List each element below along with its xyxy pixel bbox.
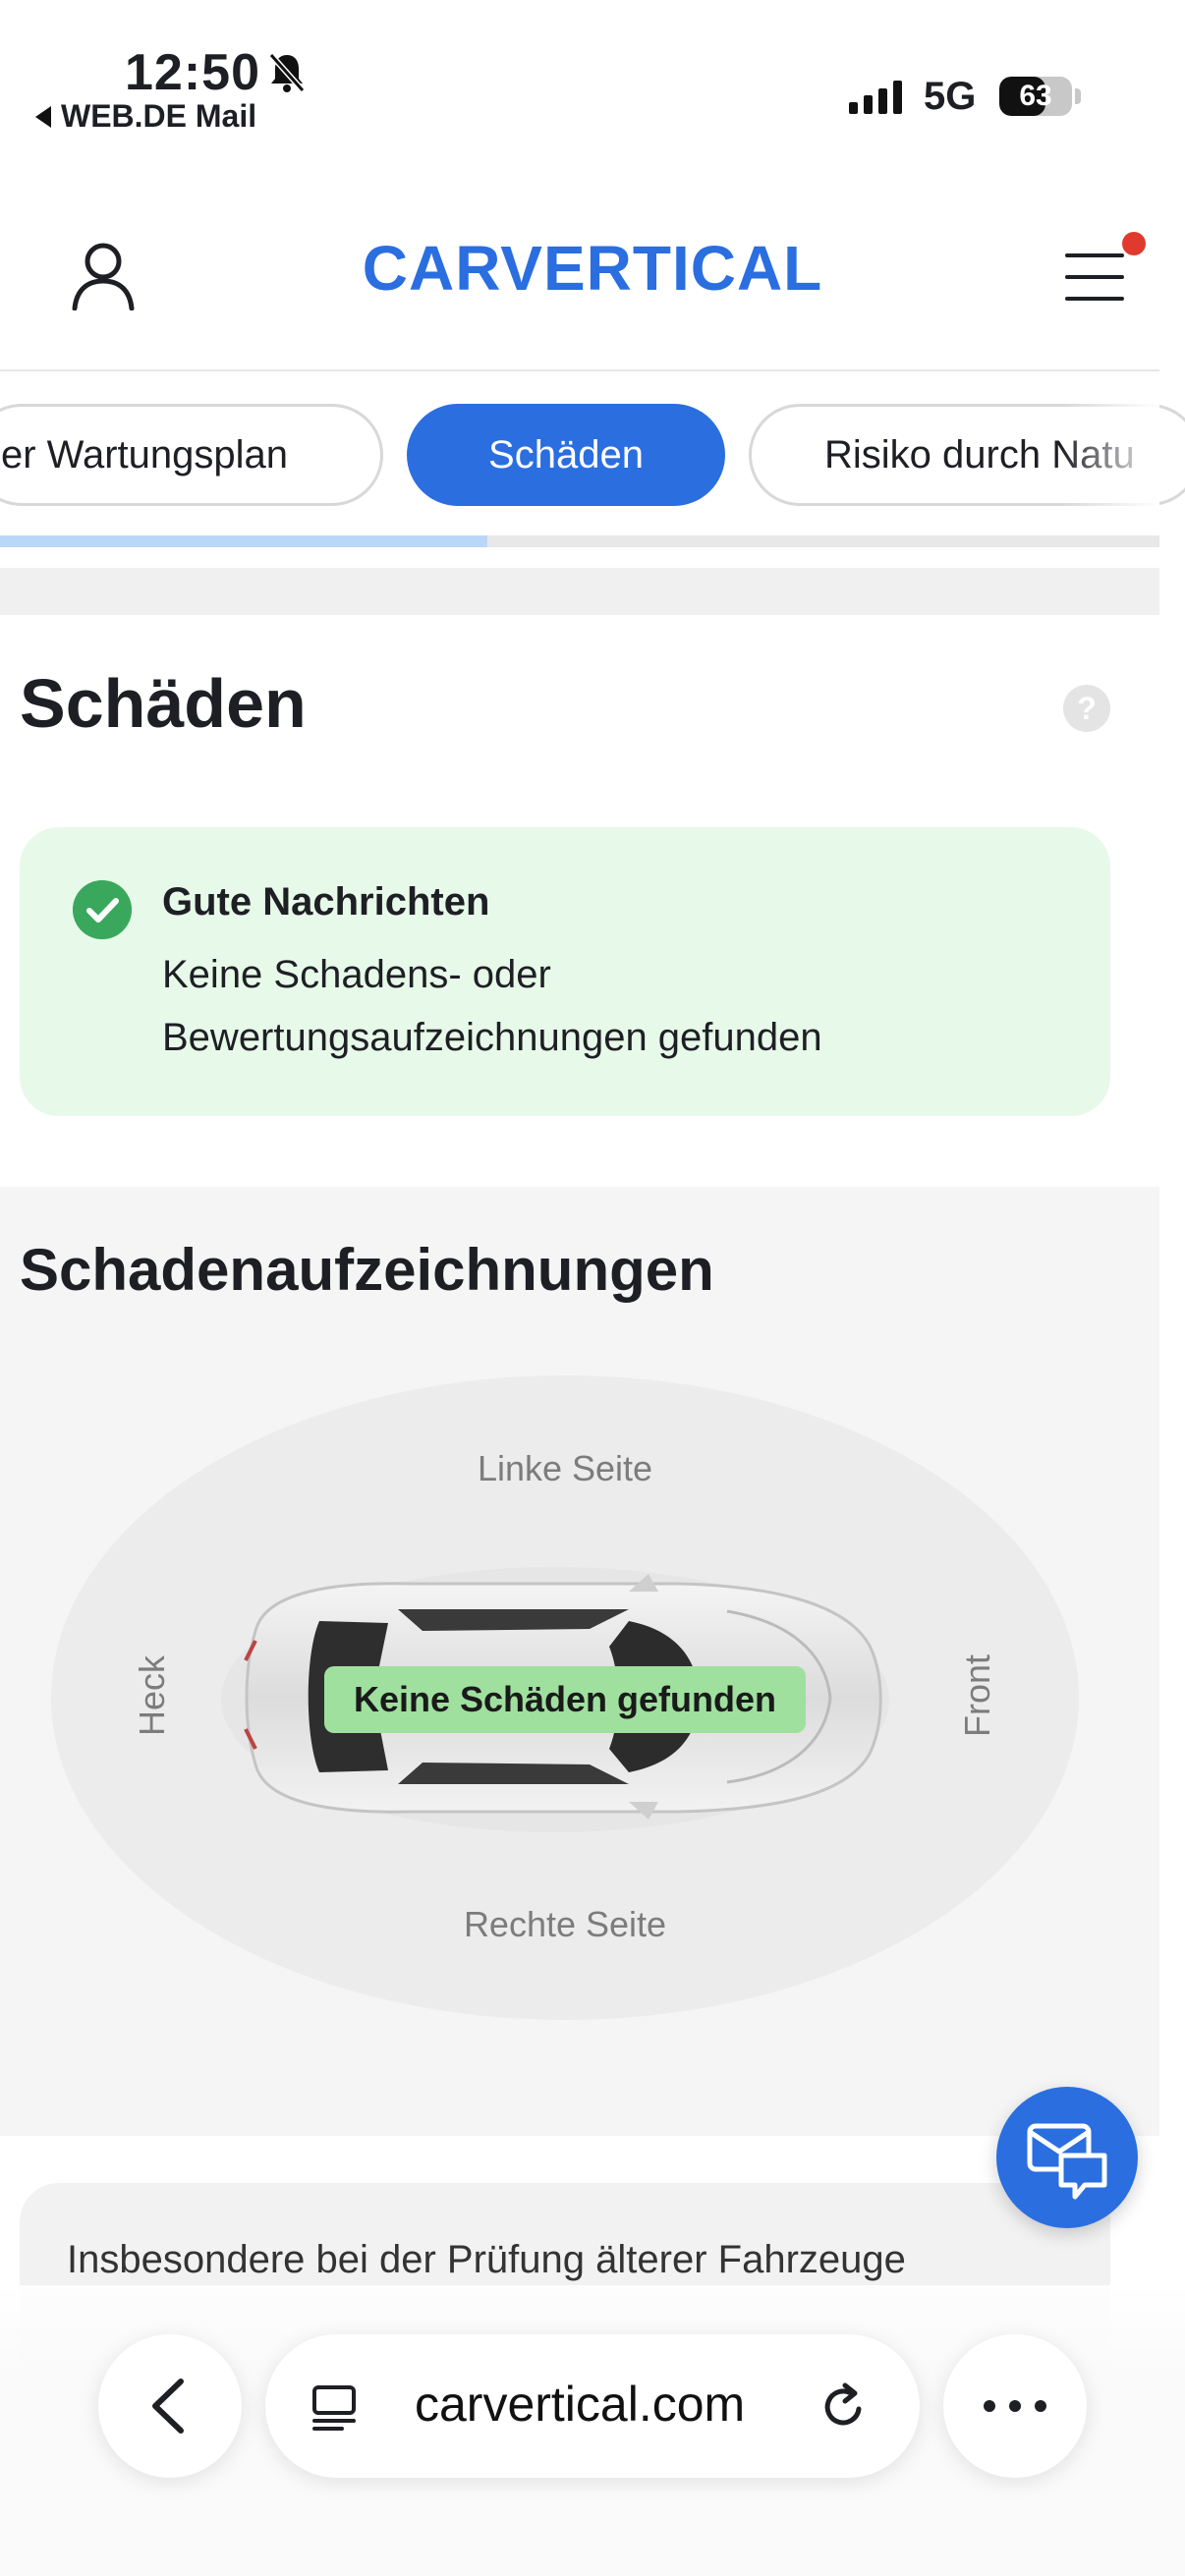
- tab-label: er Wartungsplan: [1, 432, 288, 476]
- chat-button[interactable]: [996, 2087, 1138, 2228]
- tab-wartungsplan[interactable]: er Wartungsplan: [0, 404, 383, 506]
- more-dots-icon: [984, 2400, 1046, 2412]
- right-side-label: Rechte Seite: [463, 1904, 667, 1944]
- browser-back-button[interactable]: [98, 2334, 242, 2478]
- url-text: carvertical.com: [415, 2377, 746, 2432]
- good-news-text: Keine Schadens- oder Bewertungsaufzeichn…: [162, 953, 822, 1059]
- tabs-fade: [1061, 404, 1159, 506]
- tab-label: Schäden: [488, 432, 644, 476]
- battery-percent: 63: [1019, 80, 1052, 112]
- notification-dot: [1122, 232, 1146, 255]
- left-side-label: Linke Seite: [477, 1448, 653, 1488]
- tabs-scroll-progress: [0, 535, 487, 547]
- reload-icon[interactable]: [816, 2380, 871, 2435]
- damage-records-title: Schadenaufzeichnungen: [20, 1237, 714, 1303]
- network-type: 5G: [924, 75, 977, 118]
- page-title: Schäden: [20, 665, 307, 742]
- back-app-label: WEB.DE Mail: [61, 98, 257, 134]
- tab-schaeden[interactable]: Schäden: [407, 404, 725, 506]
- front-label: Front: [957, 1653, 997, 1738]
- back-triangle-icon: [35, 105, 51, 128]
- rear-label: Heck: [132, 1654, 172, 1737]
- no-damage-badge: Keine Schäden gefunden: [324, 1666, 806, 1733]
- help-icon[interactable]: ?: [1063, 685, 1110, 732]
- hamburger-menu-icon[interactable]: [1063, 250, 1126, 305]
- section-separator: [0, 568, 1159, 615]
- carvertical-logo[interactable]: CARVERTICAL: [0, 232, 1185, 305]
- battery-tip: [1075, 88, 1081, 104]
- info-text: Insbesondere bei der Prüfung älterer Fah…: [67, 2238, 906, 2281]
- more-options-button[interactable]: [943, 2334, 1087, 2478]
- chevron-left-icon: [152, 2379, 184, 2434]
- status-time: 12:50: [125, 44, 260, 101]
- tabs-overview-icon[interactable]: [307, 2380, 362, 2435]
- good-news-title: Gute Nachrichten: [162, 880, 490, 924]
- bell-muted-icon: [268, 53, 306, 92]
- battery-icon: 63: [999, 77, 1072, 116]
- chat-message-icon: [1027, 2123, 1107, 2200]
- check-circle-icon: [73, 880, 132, 939]
- header-divider: [0, 369, 1159, 371]
- signal-strength-icon: [849, 81, 902, 114]
- back-to-app-link[interactable]: WEB.DE Mail: [35, 98, 256, 135]
